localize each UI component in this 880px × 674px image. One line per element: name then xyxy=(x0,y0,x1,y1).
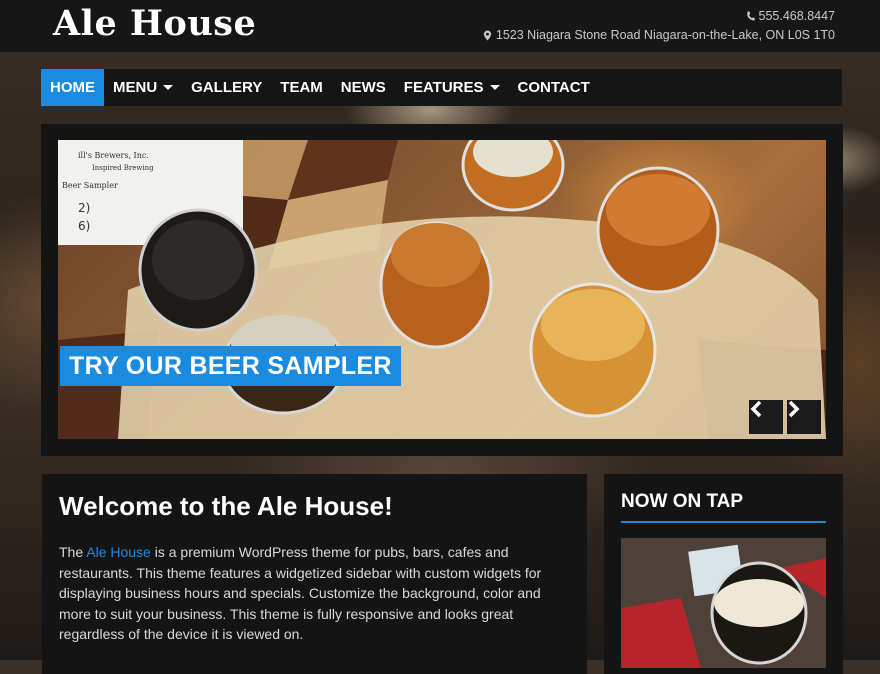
menu-card-line: 2) xyxy=(78,201,90,215)
nav-item-label: FEATURES xyxy=(403,79,484,96)
nav-item-home[interactable]: HOME xyxy=(41,69,104,106)
chevron-right-icon xyxy=(788,400,800,418)
beer-sampler-photo: ill's Brewers, Inc. Inspired Brewing Bee… xyxy=(58,140,826,439)
nav-item-label: TEAM xyxy=(280,79,323,96)
welcome-title: Welcome to the Ale House! xyxy=(59,491,393,521)
slide-image: ill's Brewers, Inc. Inspired Brewing Bee… xyxy=(58,140,826,439)
nav-item-contact[interactable]: CONTACT xyxy=(509,69,599,106)
hero-slider: ill's Brewers, Inc. Inspired Brewing Bee… xyxy=(41,124,843,456)
phone-row: 555.468.8447 xyxy=(483,7,835,26)
slide-caption[interactable]: TRY OUR BEER SAMPLER xyxy=(60,346,401,386)
menu-card-line: Inspired Brewing xyxy=(92,164,154,172)
now-on-tap-widget: NOW ON TAP xyxy=(604,474,843,674)
slider-prev-button[interactable] xyxy=(749,400,783,434)
nav-item-features[interactable]: FEATURES xyxy=(395,69,509,106)
main-nav: HOME MENU GALLERY TEAM NEWS FEATURES CON… xyxy=(41,69,842,106)
address-text: 1523 Niagara Stone Road Niagara-on-the-L… xyxy=(495,28,835,42)
nav-item-label: CONTACT xyxy=(517,79,590,96)
menu-card-line: ill's Brewers, Inc. xyxy=(78,151,149,160)
welcome-panel: Welcome to the Ale House! The Ale House … xyxy=(42,474,587,674)
phone-icon xyxy=(746,11,755,21)
caret-down-icon xyxy=(163,85,174,90)
nav-item-team[interactable]: TEAM xyxy=(271,69,332,106)
welcome-text: The Ale House is a premium WordPress the… xyxy=(59,542,570,645)
menu-card-line: 6) xyxy=(78,219,90,233)
site-header: Ale House 555.468.8447 1523 Niagara Ston… xyxy=(0,0,880,52)
contact-info: 555.468.8447 1523 Niagara Stone Road Nia… xyxy=(483,7,835,45)
nav-item-label: NEWS xyxy=(340,79,386,96)
slider-next-button[interactable] xyxy=(787,400,821,434)
welcome-text-intro: The xyxy=(59,544,87,560)
nav-item-gallery[interactable]: GALLERY xyxy=(182,69,271,106)
tap-photo xyxy=(621,538,826,668)
stout-glass-image xyxy=(621,538,826,668)
ale-house-link[interactable]: Ale House xyxy=(86,544,151,560)
caret-down-icon xyxy=(489,85,500,90)
map-marker-icon xyxy=(483,30,492,41)
site-logo[interactable]: Ale House xyxy=(53,3,256,44)
nav-item-label: HOME xyxy=(50,79,95,96)
chevron-left-icon xyxy=(750,400,762,418)
nav-item-menu[interactable]: MENU xyxy=(104,69,182,106)
phone-number: 555.468.8447 xyxy=(758,9,835,23)
nav-item-label: GALLERY xyxy=(191,79,263,96)
address-row: 1523 Niagara Stone Road Niagara-on-the-L… xyxy=(483,26,835,45)
nav-item-news[interactable]: NEWS xyxy=(332,69,395,106)
widget-title: NOW ON TAP xyxy=(621,491,826,523)
nav-item-label: MENU xyxy=(113,79,158,96)
menu-card-line: Beer Sampler xyxy=(62,181,118,190)
